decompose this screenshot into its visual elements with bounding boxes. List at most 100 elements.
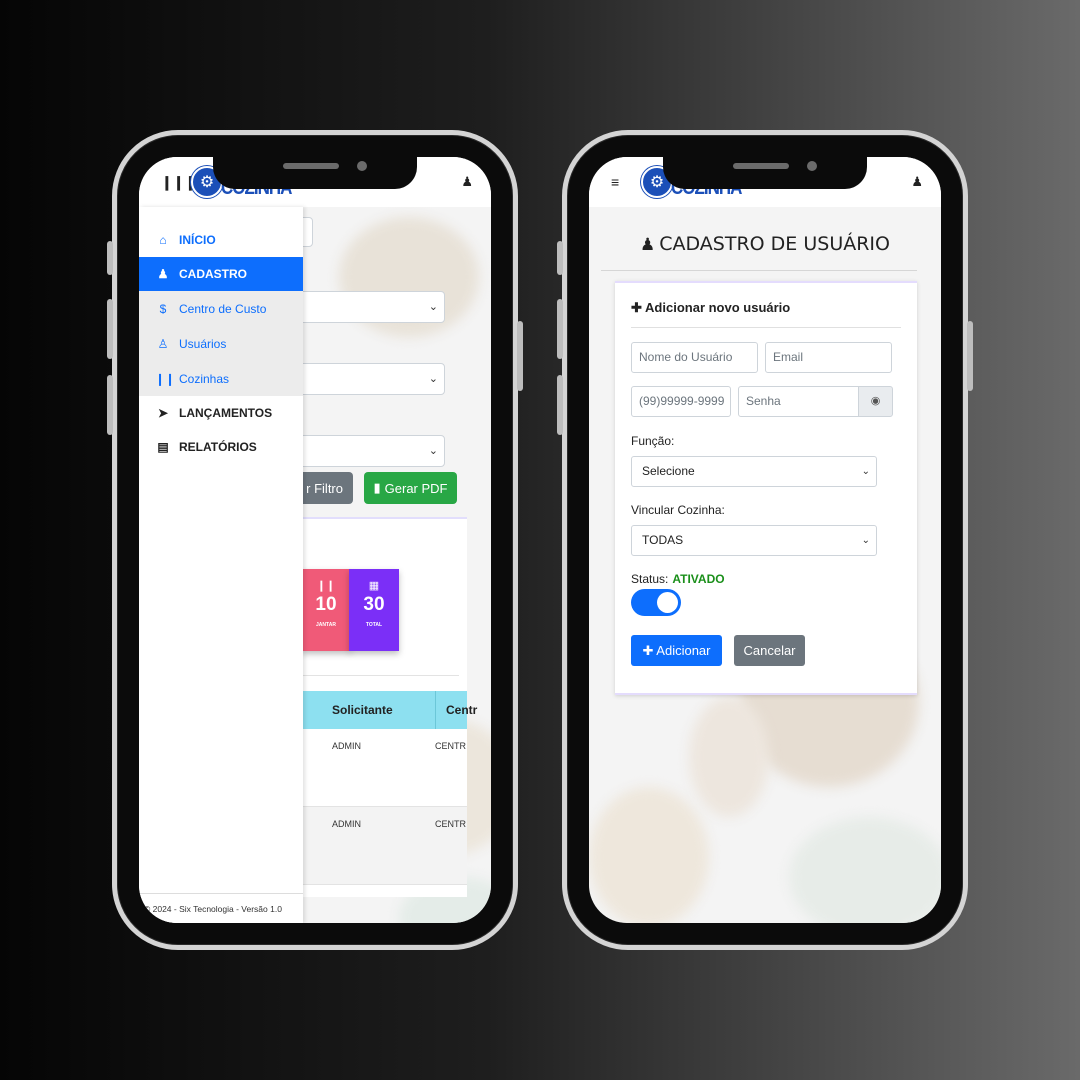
- role-label: Função:: [631, 434, 675, 448]
- phone-screen-right: ≡ ⚙ COZINHA ♟ ♟CADASTRO DE USUÁRIO ✚ Adi…: [589, 157, 941, 923]
- file-pdf-icon: ▮: [373, 480, 381, 495]
- table-row[interactable]: ADMIN CENTR: [279, 729, 467, 807]
- rocket-icon: ➤: [157, 406, 169, 420]
- side-button: [557, 241, 563, 275]
- sidebar-item-cozinhas[interactable]: ❙❙ Cozinhas: [139, 361, 303, 396]
- sidebar-item-label: LANÇAMENTOS: [179, 406, 273, 420]
- sidebar-item-label: CADASTRO: [179, 267, 247, 281]
- eye-icon[interactable]: ◉: [858, 386, 893, 417]
- phone-frame-right: ≡ ⚙ COZINHA ♟ ♟CADASTRO DE USUÁRIO ✚ Adi…: [557, 130, 973, 950]
- sidebar-item-label: Cozinhas: [179, 371, 230, 386]
- role-select[interactable]: Selecione ⌄: [631, 456, 877, 487]
- password-input[interactable]: Senha: [738, 386, 859, 417]
- cell-solicitante: ADMIN: [332, 819, 361, 829]
- side-button: [107, 375, 113, 435]
- email-input[interactable]: Email: [765, 342, 892, 373]
- cell-centro: CENTR: [435, 741, 466, 751]
- status-value: ATIVADO: [672, 572, 725, 586]
- sidebar-item-label: Centro de Custo: [179, 301, 267, 316]
- phone-frame-left: ❙❙❙ ⚙ COZINHA ♟ ⌄ ⌄ ⌄ r Filtro ▮ Gerar P…: [107, 130, 523, 950]
- role-select-value: Selecione: [642, 464, 695, 478]
- cancel-button[interactable]: Cancelar: [734, 635, 805, 666]
- generate-pdf-button[interactable]: ▮ Gerar PDF: [364, 472, 457, 504]
- sidebar-item-usuarios[interactable]: ♙ Usuários: [139, 326, 303, 361]
- dollar-icon: $: [159, 301, 167, 316]
- camera: [357, 161, 367, 171]
- page-title: ♟ CADASTRO DE USUÁRIO: [589, 233, 941, 255]
- status-toggle[interactable]: [631, 589, 681, 616]
- divider: [279, 675, 459, 676]
- utensils-icon: ❙❙: [316, 580, 336, 592]
- speaker: [283, 163, 339, 169]
- divider: [601, 270, 917, 271]
- sidebar-item-relatorios[interactable]: ▤ RELATÓRIOS: [139, 430, 303, 464]
- chevron-down-icon: ⌄: [428, 445, 438, 457]
- stat-card-jantar: ❙❙ 10 JANTAR: [301, 569, 351, 651]
- kitchen-select-value: TODAS: [642, 533, 684, 547]
- cell-centro: CENTR: [435, 819, 466, 829]
- generate-pdf-label: Gerar PDF: [384, 480, 448, 496]
- user-form-card: ✚ Adicionar novo usuário Nome do Usuário…: [615, 281, 917, 695]
- stat-value: 30: [363, 594, 385, 615]
- cell-solicitante: ADMIN: [332, 741, 361, 751]
- stat-card-total: ▦ 30 TOTAL: [349, 569, 399, 651]
- calculator-icon: ▦: [368, 580, 380, 592]
- form-header-text: Adicionar novo usuário: [645, 300, 791, 315]
- side-button: [967, 321, 973, 391]
- speaker: [733, 163, 789, 169]
- filter-select[interactable]: ⌄: [289, 291, 445, 323]
- side-button: [517, 321, 523, 391]
- stat-label: JANTAR: [316, 622, 336, 628]
- side-button: [557, 375, 563, 435]
- chevron-down-icon: ⌄: [428, 301, 438, 313]
- side-button: [107, 299, 113, 359]
- sidebar-item-label: RELATÓRIOS: [179, 440, 257, 454]
- username-input[interactable]: Nome do Usuário: [631, 342, 758, 373]
- utensils-icon: ❙❙: [155, 371, 176, 386]
- user-icon[interactable]: ♟: [911, 174, 923, 190]
- camera: [807, 161, 817, 171]
- user-cog-icon: ♟: [157, 267, 169, 281]
- plus-icon: ✚: [631, 300, 642, 315]
- column-header-centro[interactable]: Centr: [435, 691, 477, 729]
- toggle-knob: [657, 592, 678, 613]
- phone-input[interactable]: (99)99999-9999: [631, 386, 731, 417]
- plus-icon: ✚: [642, 643, 654, 658]
- form-header: ✚ Adicionar novo usuário: [631, 300, 790, 316]
- user-icon: ♟: [640, 235, 656, 255]
- sidebar-item-lancamentos[interactable]: ➤ LANÇAMENTOS: [139, 396, 303, 430]
- add-button-label: Adicionar: [656, 643, 711, 658]
- column-header-solicitante[interactable]: Solicitante: [332, 703, 393, 717]
- sidebar-footer: © 2024 - Six Tecnologia - Versão 1.0: [139, 893, 303, 923]
- filter-select[interactable]: ⌄: [289, 435, 445, 467]
- user-registration-page: ♟ CADASTRO DE USUÁRIO ✚ Adicionar novo us…: [589, 207, 941, 923]
- hamburger-menu-icon[interactable]: ≡: [611, 174, 629, 190]
- sidebar-menu: ⌂ INÍCIO ♟ CADASTRO $ Centro de Custo ♙ …: [139, 207, 303, 923]
- filter-select[interactable]: ⌄: [289, 363, 445, 395]
- sidebar-item-inicio[interactable]: ⌂ INÍCIO: [139, 223, 303, 257]
- kitchen-select[interactable]: TODAS ⌄: [631, 525, 877, 556]
- sidebar-item-cadastro[interactable]: ♟ CADASTRO: [139, 257, 303, 291]
- table-row[interactable]: ADMIN CENTR: [279, 807, 467, 885]
- sidebar-item-label: Usuários: [179, 336, 227, 351]
- phone-notch: [213, 153, 417, 189]
- divider: [631, 327, 901, 328]
- table-header: Solicitante Centr: [279, 691, 477, 729]
- menu-toggle-icon[interactable]: ❙❙❙: [161, 174, 196, 191]
- home-icon: ⌂: [159, 233, 167, 247]
- add-user-button[interactable]: ✚ Adicionar: [631, 635, 722, 666]
- stat-value: 10: [315, 594, 337, 615]
- sidebar-item-label: INÍCIO: [179, 233, 216, 247]
- page-title-text: CADASTRO DE USUÁRIO: [659, 233, 890, 255]
- status-label: Status:: [631, 572, 669, 586]
- stat-label: TOTAL: [365, 622, 383, 628]
- sidebar-item-centro-de-custo[interactable]: $ Centro de Custo: [139, 291, 303, 326]
- chevron-down-icon: ⌄: [861, 535, 870, 546]
- side-button: [557, 299, 563, 359]
- chevron-down-icon: ⌄: [861, 466, 870, 477]
- user-icon[interactable]: ♟: [461, 174, 473, 190]
- kitchen-label: Vincular Cozinha:: [631, 503, 725, 517]
- side-button: [107, 241, 113, 275]
- chart-icon: ▤: [157, 440, 169, 454]
- phone-screen-left: ❙❙❙ ⚙ COZINHA ♟ ⌄ ⌄ ⌄ r Filtro ▮ Gerar P…: [139, 157, 491, 923]
